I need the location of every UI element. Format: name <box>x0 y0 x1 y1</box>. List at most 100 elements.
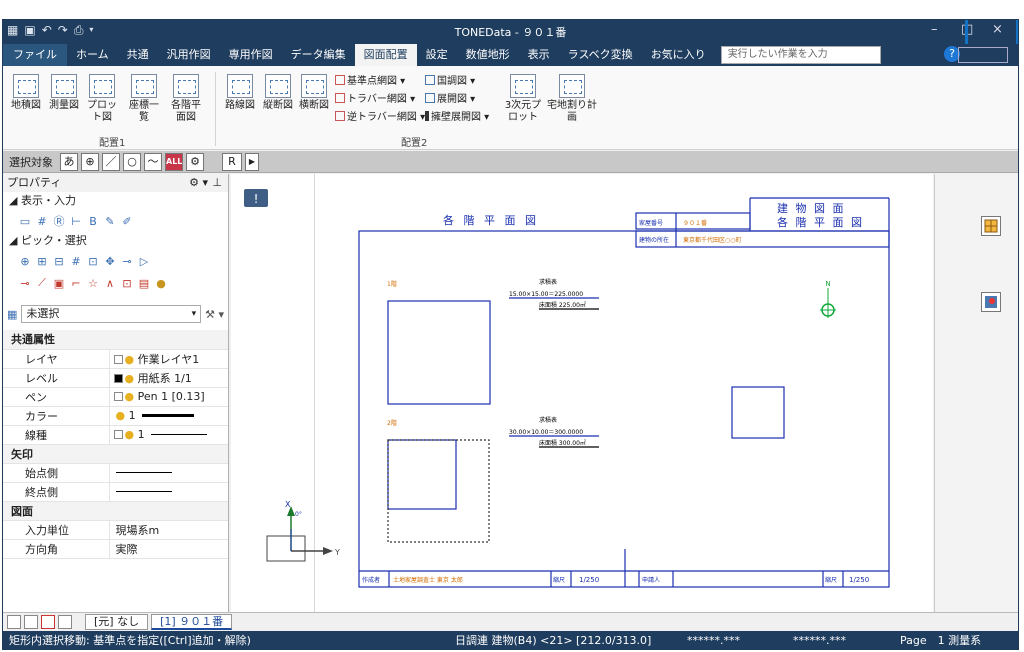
select-curve-button[interactable]: 〜 <box>144 152 162 171</box>
copy-layout-icon[interactable] <box>24 614 38 629</box>
pin-icon[interactable]: ⊥ <box>212 174 222 192</box>
property-value[interactable]: ● 用紙系 1/1 <box>109 368 228 388</box>
property-value[interactable]: ● Pen 1 [0.13] <box>109 387 228 407</box>
tab-1[interactable]: ホーム <box>67 44 118 66</box>
ribbon-btn-retaining-wall[interactable]: 擁壁展開図 ▾ <box>425 108 489 123</box>
property-group[interactable]: 共通属性 <box>3 330 228 350</box>
delete-layout-icon[interactable] <box>41 614 55 629</box>
minimize-button[interactable]: – <box>931 22 938 37</box>
tab-2[interactable]: 共通 <box>118 44 158 66</box>
property-row[interactable]: 線種 ● 1 <box>3 425 228 445</box>
ribbon-btn-route[interactable]: 路線図 <box>223 74 257 112</box>
diagonal-pick-icon[interactable]: ⟋ <box>36 276 48 290</box>
select-line-button[interactable]: ／ <box>102 152 120 171</box>
pen-icon[interactable]: ✎ <box>104 215 116 228</box>
ribbon-btn-plot[interactable]: プロット図 <box>85 74 119 124</box>
property-value[interactable]: ● 1 <box>109 406 228 426</box>
checkbox[interactable] <box>113 373 123 383</box>
angle-pick-icon[interactable]: ∧ <box>104 277 116 290</box>
tab-5[interactable]: データ編集 <box>282 44 355 66</box>
section-pick-select[interactable]: ◢ ピック・選択 <box>3 232 228 250</box>
snap-perp-icon[interactable]: ⊸ <box>121 255 133 268</box>
tab-8[interactable]: 数値地形 <box>457 44 519 66</box>
property-row[interactable]: ペン ● Pen 1 [0.13] <box>3 387 228 407</box>
info-icon[interactable]: ! <box>244 189 268 207</box>
object-dropdown[interactable]: 未選択 <box>21 305 202 323</box>
tab-0[interactable]: ファイル <box>3 44 67 66</box>
grid-snap-icon[interactable]: # <box>36 215 48 228</box>
tab-11[interactable]: お気に入り <box>642 44 715 66</box>
tab-3[interactable]: 汎用作図 <box>158 44 220 66</box>
ribbon-btn-lot-plan[interactable]: 宅地割り計画 <box>545 74 599 124</box>
property-value[interactable] <box>109 463 228 483</box>
ribbon-btn-coord-list[interactable]: 座標一覧 <box>127 74 161 124</box>
drawing-svg[interactable]: ! 各 階 平 面 図 建 物 図 面 各 階 平 面 図 家屋番号 ９０１番 … <box>231 174 933 612</box>
bag-pick-icon[interactable]: ● <box>155 277 167 290</box>
star-pick-icon[interactable]: ☆ <box>87 277 99 290</box>
property-value[interactable] <box>109 482 228 502</box>
property-row[interactable]: 終点側 <box>3 482 228 502</box>
snap-mid-icon[interactable]: ⊟ <box>53 255 65 268</box>
property-row[interactable]: 方向角 実際 <box>3 539 228 559</box>
map-pin-icon[interactable] <box>981 292 1001 312</box>
gear-icon[interactable]: ⚙ ▾ <box>189 174 208 192</box>
snap-tangent-icon[interactable]: ▷ <box>138 255 150 268</box>
drawing-canvas[interactable]: ! 各 階 平 面 図 建 物 図 面 各 階 平 面 図 家屋番号 ９０１番 … <box>231 174 933 612</box>
layout-tab-901[interactable]: [1] ９０１番 <box>151 613 233 630</box>
ribbon-btn-development[interactable]: 展開図 ▾ <box>425 90 475 105</box>
property-value[interactable]: 実際 <box>109 539 228 559</box>
property-row[interactable]: 入力単位 現場系m <box>3 520 228 540</box>
layout-tab-original[interactable]: [元] なし <box>85 613 149 630</box>
snap-point-icon[interactable]: ⊕ <box>19 255 31 268</box>
new-layout-icon[interactable] <box>7 614 21 629</box>
checkbox[interactable] <box>113 354 123 364</box>
property-row[interactable]: 始点側 <box>3 463 228 483</box>
select-text-button[interactable]: あ <box>60 152 78 171</box>
tab-4[interactable]: 専用作図 <box>220 44 282 66</box>
property-value[interactable]: ● 1 <box>109 425 228 445</box>
bx-icon[interactable]: B <box>87 215 99 228</box>
property-row[interactable]: レベル ● 用紙系 1/1 <box>3 368 228 388</box>
wrench-icon[interactable]: ⚒ ▾ <box>205 308 224 321</box>
selection-settings-button[interactable]: ⚙ <box>186 152 204 171</box>
property-group[interactable]: 図面 <box>3 501 228 521</box>
ribbon-btn-chiseki[interactable]: 地積図 <box>9 74 43 112</box>
r-button[interactable]: R <box>222 152 242 171</box>
select-point-button[interactable]: ⊕ <box>81 152 99 171</box>
layout-icon[interactable] <box>981 216 1001 236</box>
search-input[interactable]: 実行したい作業を入力 <box>720 46 881 64</box>
layer-icon[interactable]: ▭ <box>19 215 31 228</box>
select-all-button[interactable]: ALL <box>165 152 183 171</box>
ribbon-btn-kokucho[interactable]: 国調図 ▾ <box>425 72 475 87</box>
rect-pick-icon[interactable]: ▣ <box>53 277 65 290</box>
ribbon-btn-reverse-traverse[interactable]: 逆トラバー網図 ▾ <box>335 108 425 123</box>
expand-arrow-icon[interactable]: ▶ <box>245 152 259 171</box>
snap-end-icon[interactable]: ⊞ <box>36 255 48 268</box>
ribbon-btn-longitudinal[interactable]: 縦断図 <box>261 74 295 112</box>
eyedropper-icon[interactable]: ✐ <box>121 215 133 228</box>
account-box[interactable] <box>958 47 1008 63</box>
r-icon[interactable]: Ⓡ <box>53 213 65 229</box>
checkbox[interactable] <box>113 430 123 439</box>
layout-grid-icon[interactable] <box>58 614 72 629</box>
property-row[interactable]: レイヤ ● 作業レイヤ1 <box>3 349 228 369</box>
dimension-icon[interactable]: ⊢ <box>70 215 82 228</box>
snap-near-icon[interactable]: ⊡ <box>87 255 99 268</box>
select-circle-button[interactable]: ○ <box>123 152 141 171</box>
line-pick-icon[interactable]: ⊸ <box>19 277 31 290</box>
snap-cross-icon[interactable]: # <box>70 255 82 268</box>
snap-rotate-icon[interactable]: ✥ <box>104 255 116 268</box>
tab-9[interactable]: 表示 <box>519 44 559 66</box>
corner-pick-icon[interactable]: ⌐ <box>70 277 82 290</box>
frame2-pick-icon[interactable]: ▤ <box>138 277 150 290</box>
ribbon-btn-traverse-net[interactable]: トラバー網図 ▾ <box>335 90 415 105</box>
tab-10[interactable]: ラスベク変換 <box>559 44 642 66</box>
tab-6[interactable]: 図面配置 <box>354 44 417 66</box>
property-value[interactable]: 現場系m <box>109 520 228 540</box>
checkbox[interactable] <box>113 392 123 401</box>
ribbon-btn-3d-plot[interactable]: 3次元プロット <box>503 74 543 124</box>
property-group[interactable]: 矢印 <box>3 444 228 464</box>
tab-7[interactable]: 設定 <box>417 44 457 66</box>
ribbon-btn-benchmark-net[interactable]: 基準点網図 ▾ <box>335 72 405 87</box>
ribbon-btn-floor-plan[interactable]: 各階平面図 <box>169 74 203 124</box>
